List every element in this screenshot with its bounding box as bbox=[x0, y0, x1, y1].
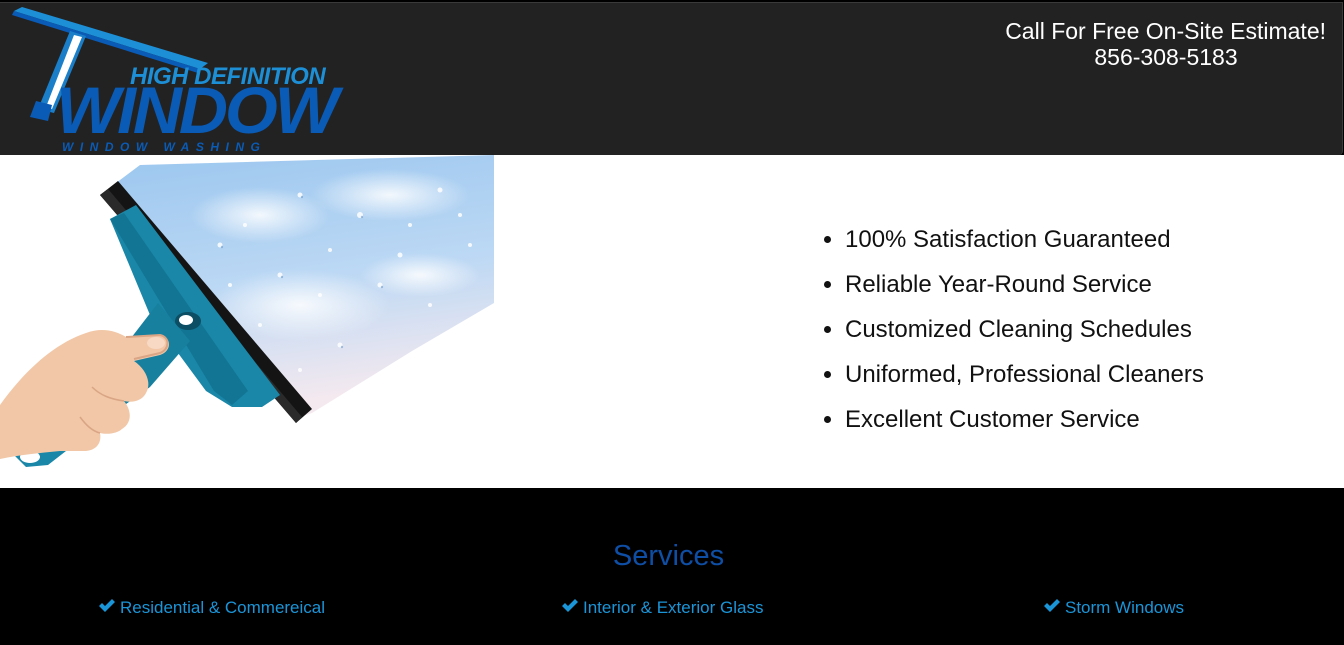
checkmark-icon bbox=[99, 599, 115, 612]
feature-item: Customized Cleaning Schedules bbox=[845, 307, 1204, 352]
service-item: Storm Windows bbox=[1043, 598, 1184, 618]
estimate-callout: Call For Free On-Site Estimate! 856-308-… bbox=[946, 18, 1326, 70]
feature-list: 100% Satisfaction Guaranteed Reliable Ye… bbox=[822, 217, 1204, 442]
services-section: Services Residential & Commereical Inter… bbox=[0, 488, 1344, 645]
estimate-text: Call For Free On-Site Estimate! bbox=[1005, 18, 1326, 44]
service-label: Storm Windows bbox=[1065, 598, 1185, 617]
logo-main-text: WINDOW bbox=[56, 73, 339, 147]
service-item: Residential & Commereical bbox=[98, 598, 325, 618]
site-logo[interactable]: HIGH DEFINITION WINDOW WINDOW WASHING bbox=[8, 5, 339, 155]
site-header: HIGH DEFINITION WINDOW WINDOW WASHING Ca… bbox=[0, 2, 1343, 155]
checkmark-icon bbox=[562, 599, 578, 612]
services-heading: Services bbox=[612, 540, 725, 572]
phone-number[interactable]: 856-308-5183 bbox=[946, 44, 1326, 70]
service-item: Interior & Exterior Glass bbox=[561, 598, 763, 618]
feature-item: Reliable Year-Round Service bbox=[845, 262, 1204, 307]
feature-item: Excellent Customer Service bbox=[845, 397, 1204, 442]
service-label: Interior & Exterior Glass bbox=[583, 598, 764, 617]
checkmark-icon bbox=[1044, 599, 1060, 612]
feature-item: 100% Satisfaction Guaranteed bbox=[845, 217, 1204, 262]
squeegee-hero-image bbox=[0, 155, 494, 467]
logo-sub-text: WINDOW WASHING bbox=[62, 140, 267, 154]
service-label: Residential & Commereical bbox=[120, 598, 326, 617]
feature-item: Uniformed, Professional Cleaners bbox=[845, 352, 1204, 397]
hero-section: 100% Satisfaction Guaranteed Reliable Ye… bbox=[0, 155, 1344, 488]
